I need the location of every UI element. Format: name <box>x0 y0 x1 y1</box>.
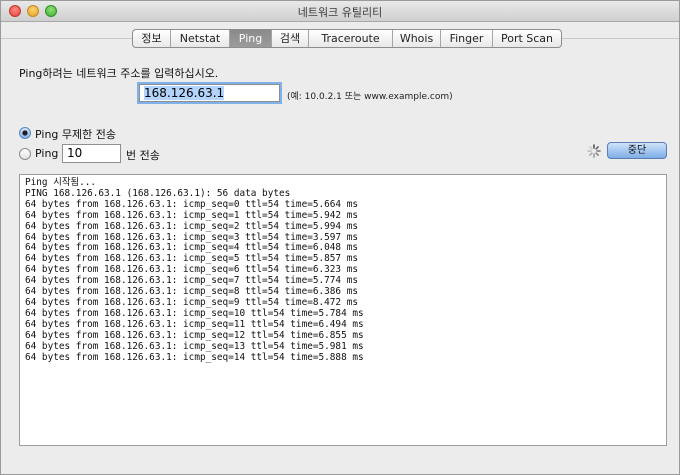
ping-count-input[interactable]: 10 <box>62 144 121 163</box>
radio-count[interactable] <box>19 148 31 160</box>
output-line: 64 bytes from 168.126.63.1: icmp_seq=12 … <box>25 329 364 341</box>
spinner-icon <box>587 144 601 158</box>
output-line: 64 bytes from 168.126.63.1: icmp_seq=14 … <box>25 351 364 363</box>
tab-ping[interactable]: Ping <box>229 30 271 47</box>
radio-unlimited-label[interactable]: Ping 무제한 전송 <box>35 126 116 142</box>
output-line: 64 bytes from 168.126.63.1: icmp_seq=2 t… <box>25 220 359 232</box>
tab-lookup[interactable]: 검색 <box>271 30 308 47</box>
ping-output-area[interactable]: Ping 시작됨... PING 168.126.63.1 (168.126.6… <box>19 174 667 446</box>
address-hint: (예: 10.0.2.1 또는 www.example.com) <box>287 92 453 102</box>
address-input-value: 168.126.63.1 <box>144 86 225 100</box>
output-line: 64 bytes from 168.126.63.1: icmp_seq=1 t… <box>25 209 359 221</box>
address-prompt: Ping하려는 네트워크 주소를 입력하십시오. <box>19 67 219 80</box>
output-line: 64 bytes from 168.126.63.1: icmp_seq=13 … <box>25 340 364 352</box>
tab-traceroute[interactable]: Traceroute <box>308 30 392 47</box>
tab-netstat[interactable]: Netstat <box>170 30 229 47</box>
tab-whois[interactable]: Whois <box>392 30 440 47</box>
ping-count-suffix: 번 전송 <box>126 149 160 162</box>
address-input[interactable]: 168.126.63.1 <box>139 84 280 102</box>
title-bar[interactable]: 네트워크 유틸리티 <box>1 1 679 22</box>
tab-port-scan[interactable]: Port Scan <box>492 30 561 47</box>
window-title: 네트워크 유틸리티 <box>297 6 383 19</box>
tab-finger[interactable]: Finger <box>440 30 492 47</box>
stop-button[interactable]: 중단 <box>607 142 667 159</box>
radio-unlimited[interactable] <box>19 127 31 139</box>
radio-count-label[interactable]: Ping <box>35 147 58 160</box>
network-utility-window: 네트워크 유틸리티 정보 Netstat Ping 검색 Traceroute … <box>0 0 680 475</box>
tab-bar: 정보 Netstat Ping 검색 Traceroute Whois Fing… <box>132 29 562 48</box>
tab-info[interactable]: 정보 <box>133 30 170 47</box>
